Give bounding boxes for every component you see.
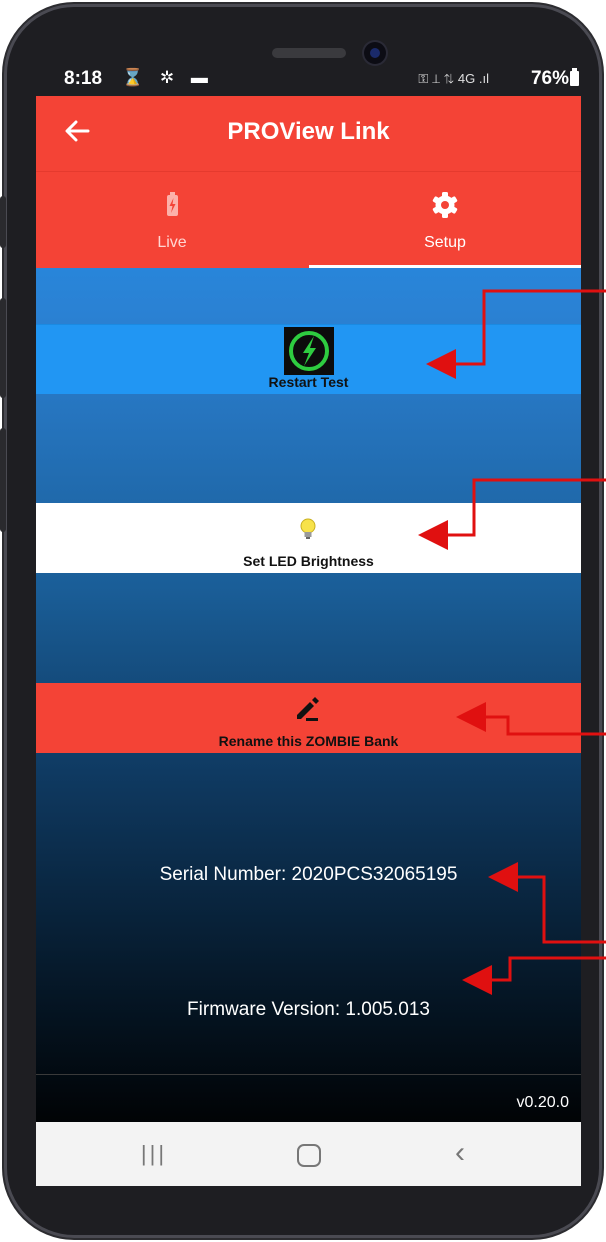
system-nav-bar: ||| ‹ — [36, 1122, 581, 1186]
battery-charging-icon — [167, 192, 178, 216]
app-version: v0.20.0 — [516, 1094, 569, 1111]
earpiece-speaker — [272, 48, 346, 58]
home-button[interactable] — [278, 1136, 338, 1172]
restart-test-button[interactable]: Restart Test — [36, 324, 581, 394]
battery-percent: 76% — [530, 68, 569, 89]
pencil-icon — [297, 697, 319, 721]
set-led-brightness-label: Set LED Brightness — [243, 553, 374, 569]
power-key — [0, 428, 6, 532]
notification-icons: ⌛ ✲ ▬ — [122, 68, 214, 87]
tab-setup[interactable]: Setup — [309, 172, 581, 269]
app-bar: PROView Link — [36, 96, 581, 171]
tab-live-label: Live — [157, 234, 187, 251]
restart-test-label: Restart Test — [268, 374, 349, 390]
tab-live[interactable]: Live — [36, 172, 308, 269]
serial-number: Serial Number: 2020PCS32065195 — [159, 864, 458, 885]
set-led-brightness-button[interactable]: Set LED Brightness — [36, 503, 581, 573]
app-title: PROView Link — [227, 118, 390, 145]
tab-setup-label: Setup — [424, 234, 466, 251]
front-camera — [364, 42, 386, 64]
recent-apps-button[interactable]: ||| — [124, 1136, 184, 1172]
back-button[interactable]: ‹ — [430, 1136, 490, 1172]
battery-icon — [570, 68, 579, 86]
app-screen: PROView Link Live Setup Restart Test Set… — [36, 96, 581, 1186]
restart-power-icon — [284, 327, 334, 375]
tab-bar: Live Setup — [36, 171, 581, 268]
signal-icons: ⚿ ⟂ ⇅ 4G .ıl — [418, 71, 489, 86]
side-key — [0, 298, 6, 398]
firmware-version: Firmware Version: 1.005.013 — [187, 999, 430, 1020]
selected-tab-indicator — [309, 265, 581, 268]
lightbulb-icon — [300, 518, 316, 539]
volume-key — [0, 196, 6, 248]
rename-bank-label: Rename this ZOMBIE Bank — [218, 733, 399, 749]
rename-bank-button[interactable]: Rename this ZOMBIE Bank — [36, 683, 581, 753]
footer-divider — [36, 1074, 581, 1075]
status-time: 8:18 — [64, 68, 103, 89]
status-bar: 8:18 ⌛ ✲ ▬ ⚿ ⟂ ⇅ 4G .ıl 76% — [36, 62, 581, 96]
gear-icon — [432, 192, 458, 218]
